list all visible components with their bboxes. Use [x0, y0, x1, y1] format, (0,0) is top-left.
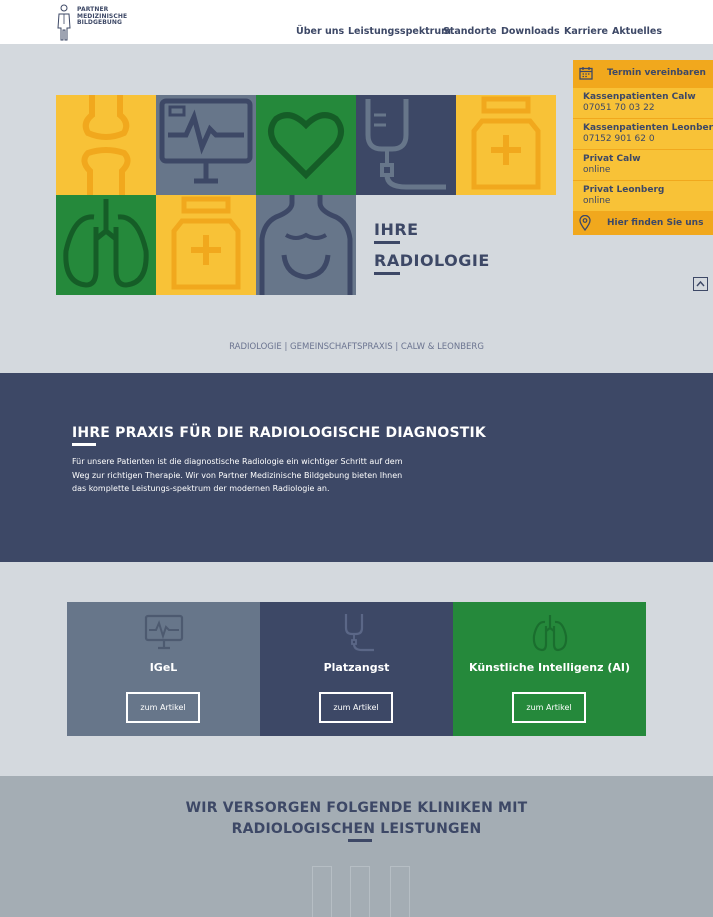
- heading-underline: [72, 443, 96, 446]
- heading-underline: [348, 839, 372, 842]
- contact-value: 07152 901 62 0: [583, 134, 655, 144]
- contact-value: online: [583, 165, 611, 175]
- hero-title-line2: RADIOLOGIE: [374, 251, 490, 275]
- card-title: Platzangst: [323, 661, 390, 674]
- contact-value: online: [583, 196, 611, 206]
- contact-value: 07051 70 03 22: [583, 103, 655, 113]
- clinics-heading: WIR VERSORGEN FOLGENDE KLINIKEN MIT RADI…: [0, 798, 713, 840]
- contact-title: Privat Leonberg: [583, 185, 665, 195]
- appointment-header[interactable]: Termin vereinbaren: [573, 60, 713, 87]
- hero-title-line1: IHRE: [374, 220, 490, 244]
- main-nav: Über uns Leistungsspektrum Standorte Dow…: [0, 26, 713, 38]
- contact-kassen-calw[interactable]: Kassenpatienten Calw 07051 70 03 22: [573, 87, 713, 118]
- lungs-icon: [63, 199, 149, 288]
- find-us-link[interactable]: Hier finden Sie uns: [573, 211, 713, 235]
- building-outline: [350, 866, 370, 917]
- contact-title: Kassenpatienten Leonberg: [583, 123, 713, 133]
- card-title: IGeL: [149, 661, 178, 674]
- intro-heading: IHRE PRAXIS FÜR DIE RADIOLOGISCHE DIAGNO…: [72, 425, 486, 441]
- clinics-section: WIR VERSORGEN FOLGENDE KLINIKEN MIT RADI…: [0, 776, 713, 917]
- nav-item-ueber-uns[interactable]: Über uns: [296, 26, 344, 37]
- clinics-heading-line2: RADIOLOGISCHEN LEISTUNGEN: [231, 821, 482, 837]
- heart-icon: [268, 112, 344, 180]
- torso-tile: [256, 195, 356, 295]
- medicine-tile: [456, 95, 556, 195]
- hero-subline: RADIOLOGIE | GEMEINSCHAFTSPRAXIS | CALW …: [229, 342, 484, 352]
- medicine-bottle-icon: [171, 196, 241, 290]
- medicine-tile-2: [156, 195, 256, 295]
- contact-title: Kassenpatienten Calw: [583, 92, 696, 102]
- card-button[interactable]: zum Artikel: [512, 692, 586, 723]
- find-us-label: Hier finden Sie uns: [607, 218, 704, 228]
- lungs-icon: [532, 615, 568, 652]
- monitor-tile: [156, 95, 256, 195]
- contact-privat-calw[interactable]: Privat Calw online: [573, 149, 713, 180]
- calendar-icon: [579, 67, 593, 80]
- nav-item-aktuelles[interactable]: Aktuelles: [612, 26, 662, 37]
- monitor-icon: [159, 98, 253, 184]
- building-outline: [390, 866, 410, 917]
- page: PARTNER MEDIZINISCHE BILDGEBUNG Über uns…: [0, 0, 713, 917]
- heart-tile: [256, 95, 356, 195]
- iv-bag-tile: [356, 95, 456, 195]
- appointment-widget: Termin vereinbaren Kassenpatienten Calw …: [573, 60, 713, 235]
- contact-kassen-leonberg[interactable]: Kassenpatienten Leonberg 07152 901 62 0: [573, 118, 713, 149]
- lungs-tile: [56, 195, 156, 295]
- card-igel: IGeL zum Artikel: [67, 602, 260, 736]
- appointment-header-label: Termin vereinbaren: [607, 68, 706, 78]
- nav-item-standorte[interactable]: Standorte: [443, 26, 497, 37]
- contact-title: Privat Calw: [583, 154, 641, 164]
- building-outline: [312, 866, 332, 917]
- scroll-up-button[interactable]: [693, 277, 708, 291]
- chevron-up-icon: [696, 280, 705, 287]
- topic-cards: IGeL zum Artikel Platzangst zum Artikel …: [67, 602, 646, 736]
- nav-item-downloads[interactable]: Downloads: [501, 26, 560, 37]
- map-pin-icon: [579, 215, 591, 231]
- clinics-heading-line1: WIR VERSORGEN FOLGENDE KLINIKEN MIT: [185, 800, 528, 816]
- card-button[interactable]: zum Artikel: [319, 692, 393, 723]
- nav-item-leistungsspektrum[interactable]: Leistungsspektrum: [348, 26, 451, 37]
- card-title: Künstliche Intelligenz (AI): [469, 661, 630, 674]
- nav-item-karriere[interactable]: Karriere: [564, 26, 608, 37]
- torso-icon: [259, 195, 353, 295]
- monitor-icon: [144, 614, 184, 650]
- intro-section: IHRE PRAXIS FÜR DIE RADIOLOGISCHE DIAGNO…: [0, 373, 713, 562]
- site-header: PARTNER MEDIZINISCHE BILDGEBUNG Über uns…: [0, 0, 713, 44]
- iv-bag-icon: [344, 614, 374, 652]
- medicine-bottle-icon: [471, 96, 541, 190]
- card-ai: Künstliche Intelligenz (AI) zum Artikel: [453, 602, 646, 736]
- knee-joint-icon: [81, 95, 131, 195]
- contact-privat-leonberg[interactable]: Privat Leonberg online: [573, 180, 713, 211]
- logo-text: PARTNER MEDIZINISCHE BILDGEBUNG: [77, 6, 127, 27]
- iv-bag-icon: [365, 99, 446, 190]
- card-platzangst: Platzangst zum Artikel: [260, 602, 453, 736]
- card-button[interactable]: zum Artikel: [126, 692, 200, 723]
- intro-text: Für unsere Patienten ist die diagnostisc…: [72, 457, 403, 493]
- hero-title: IHRE RADIOLOGIE: [374, 220, 490, 275]
- knee-tile: [56, 95, 156, 195]
